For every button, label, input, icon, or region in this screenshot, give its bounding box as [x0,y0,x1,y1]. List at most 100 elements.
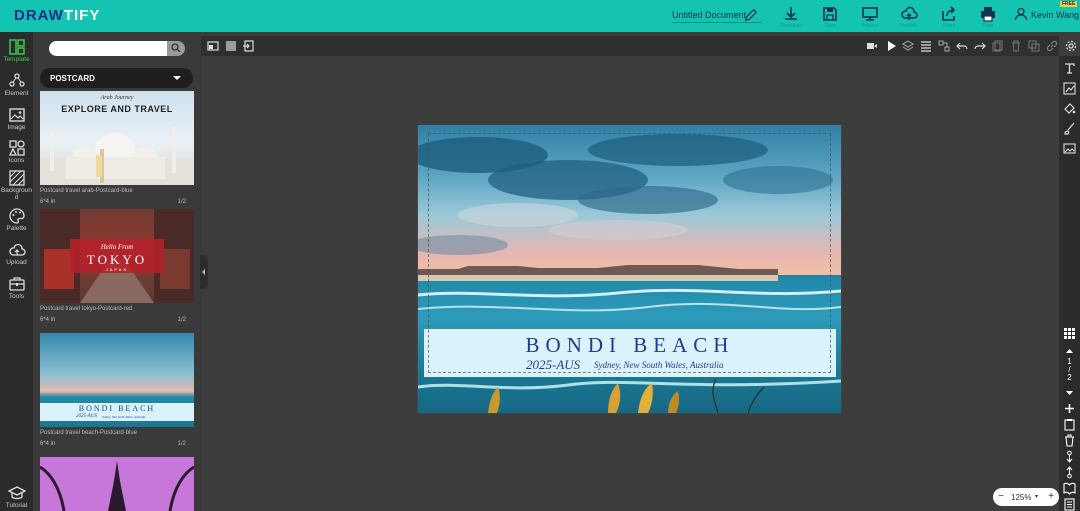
postcard-title[interactable]: BONDI BEACH [424,333,836,358]
settings-button[interactable] [1065,40,1077,52]
caret-down-icon [1066,391,1073,395]
next-page-button[interactable] [1063,386,1076,399]
zoom-control: − 125% ▾ + [993,488,1059,506]
toggle-panel-button[interactable] [207,40,219,52]
text-tool-button[interactable] [1063,62,1076,75]
template-thumbnail[interactable]: Hello From TOKYO JAPAN [40,209,194,303]
copy-page-button[interactable] [1063,418,1076,431]
zoom-dropdown-icon[interactable]: ▾ [1035,493,1038,500]
link-button[interactable] [1046,40,1058,52]
photo-tool-button[interactable] [1063,142,1076,155]
publish-button[interactable]: Publish [897,5,921,29]
rail-item-upload[interactable]: Upload [0,241,33,266]
print-label: Print [982,23,994,29]
printer-icon [981,7,995,22]
duplicate-button[interactable] [1028,40,1040,52]
pencil-icon[interactable] [744,8,758,22]
design-canvas[interactable]: BONDI BEACH 2025-AUS Sydney, New South W… [418,125,841,413]
panel-collapse-handle[interactable] [200,255,208,289]
rail-item-background[interactable]: Backgroun d [0,169,33,201]
zoom-in-button[interactable]: + [1045,491,1057,503]
copy-style-button[interactable] [992,40,1004,52]
redo-button[interactable] [974,40,986,52]
fit-button[interactable] [242,40,254,52]
save-button[interactable]: Save [818,5,842,29]
download-button[interactable]: Download [779,5,803,29]
postcard-location[interactable]: Sydney, New South Wales, Australia [594,360,724,370]
rail-item-palette[interactable]: Palette [0,207,33,232]
play-icon [888,41,896,51]
rail-item-tutorial[interactable]: Tutorial [0,484,33,509]
undo-button[interactable] [956,40,968,52]
zoom-level[interactable]: 125% [1011,493,1031,502]
rail-label: Backgroun d [0,187,33,201]
layers-icon [902,40,914,51]
thumb-text: 2025-AUS [76,414,97,419]
rail-item-element[interactable]: Element [0,72,33,97]
present-button[interactable]: Present [858,5,882,29]
user-icon[interactable] [1014,7,1028,21]
rail-item-template[interactable]: Template [0,38,33,63]
grid-view-button[interactable] [1063,327,1076,340]
user-name[interactable]: Kevin Wang [1031,10,1079,20]
thumb-title: EXPLORE AND TRAVEL [61,104,173,114]
template-name: Postcard travel arab-Postcard-blue [40,188,133,194]
search-button[interactable] [167,41,185,56]
template-card[interactable]: BONDI BEACH 2025-AUS Sydney, New South W… [40,333,194,449]
mosque-illustration [40,127,194,185]
rail-item-image[interactable]: Image [0,106,33,131]
chart-tool-button[interactable] [1063,82,1076,95]
title-band[interactable]: BONDI BEACH 2025-AUS Sydney, New South W… [424,329,836,377]
rail-label: Tools [8,293,25,300]
arrange-button[interactable] [938,40,950,52]
link-icon [1046,40,1058,52]
book-icon [1063,482,1076,495]
graduation-cap-icon [7,486,26,500]
plus-icon [1065,404,1074,413]
paint-bucket-icon [1064,103,1076,114]
thumb-subtitle: Sydney, New South Wales, Australia [102,415,146,419]
move-page-down-button[interactable] [1063,466,1076,479]
template-search-input[interactable] [49,41,167,56]
draw-tool-button[interactable] [1063,122,1076,135]
template-card[interactable]: Arab Journey EXPLORE AND TRAVEL Postcard… [40,91,194,207]
zoom-out-button[interactable]: − [995,491,1007,503]
trash-icon [1012,40,1020,52]
rail-label: Template [3,56,30,63]
delete-page-button[interactable] [1063,434,1076,447]
add-page-button[interactable] [1063,402,1076,415]
template-card[interactable] [40,457,194,511]
notes-button[interactable] [1063,498,1076,511]
postcard-subtitle[interactable]: 2025-AUS [526,357,580,373]
save-label: Save [824,23,836,29]
rail-label: Tutorial [5,502,28,509]
print-button[interactable]: Print [976,5,1000,29]
coastline-illustration [418,265,778,281]
share-label: Share [942,23,956,29]
video-button[interactable] [866,40,878,52]
template-card[interactable]: Hello From TOKYO JAPAN Postcard travel t… [40,209,194,325]
palette-icon [8,208,25,224]
share-button[interactable]: Share [937,5,961,29]
background-color-button[interactable] [225,40,237,52]
canvas-toolbar [201,36,1077,56]
template-thumbnail[interactable]: Arab Journey EXPLORE AND TRAVEL [40,91,194,185]
template-thumbnail[interactable] [40,457,194,511]
thumb-title: BONDI BEACH [78,404,156,413]
redo-icon [974,42,986,50]
align-button[interactable] [920,40,932,52]
app-logo[interactable]: DRAWTIFY [14,7,100,24]
move-page-up-button[interactable] [1063,450,1076,463]
fill-tool-button[interactable] [1063,102,1076,115]
book-view-button[interactable] [1063,482,1076,495]
template-size: 6*4 in [40,441,56,447]
play-button[interactable] [885,40,897,52]
template-thumbnail[interactable]: BONDI BEACH 2025-AUS Sydney, New South W… [40,333,194,427]
rail-item-tools[interactable]: Tools [0,275,33,300]
delete-button[interactable] [1010,40,1022,52]
category-dropdown[interactable]: POSTCARD [40,68,193,88]
rail-item-icons[interactable]: Icons [0,139,33,164]
template-meta: 6*4 in 1/2 [40,317,194,325]
layers-button[interactable] [902,40,914,52]
thumb-text: Hello From [100,243,134,251]
